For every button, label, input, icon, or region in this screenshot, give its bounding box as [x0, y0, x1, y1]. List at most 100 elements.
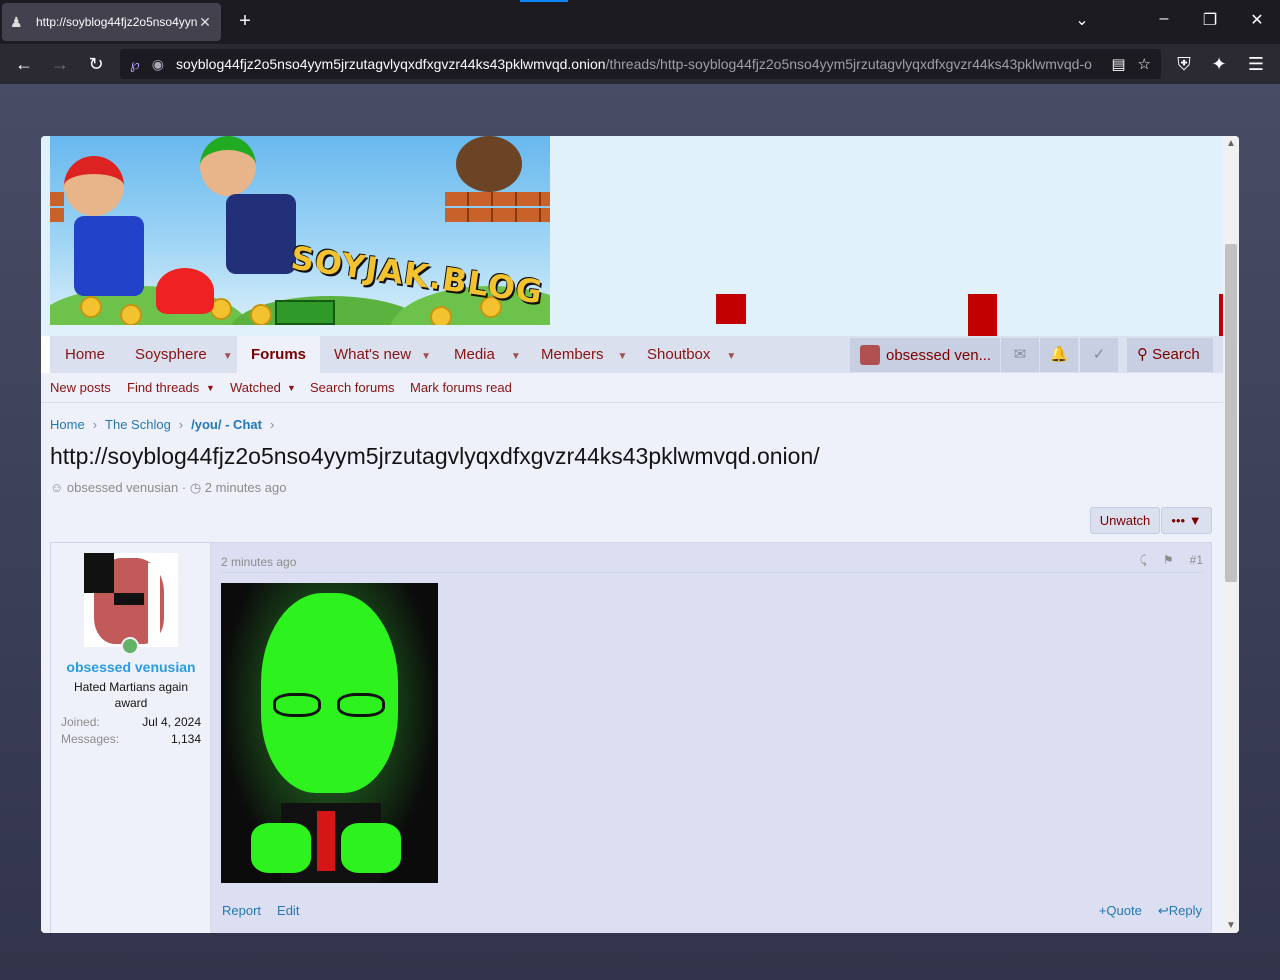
bolt-icon[interactable]: ✓ [1080, 338, 1118, 372]
browser-tab[interactable]: ♟ http://soyblog44fjz2o5nso4yyn ✕ [2, 3, 221, 41]
clock-icon: ◷ [189, 480, 202, 495]
chevron-down-icon[interactable]: ▼ [223, 338, 233, 375]
post-user-column: obsessed venusian Hated Martians again a… [51, 543, 211, 933]
subnav-find-threads[interactable]: Find threads [127, 380, 199, 395]
breadcrumb-home[interactable]: Home [50, 417, 85, 432]
chevron-down-icon[interactable]: ▼ [287, 383, 296, 393]
more-options-button[interactable]: ••• ▼ [1161, 507, 1212, 534]
user-title: Hated Martians again award [73, 680, 189, 710]
browser-tab-bar: ♟ http://soyblog44fjz2o5nso4yyn ✕ + ⌄ – … [0, 0, 1280, 44]
close-window-icon[interactable]: ✕ [1245, 10, 1269, 30]
search-button[interactable]: ⚲ Search [1127, 338, 1213, 372]
address-bar[interactable]: ℘ ◉ soyblog44fjz2o5nso4yym5jrzutagvlyqxd… [120, 49, 1161, 79]
nav-soysphere[interactable]: Soysphere ▼ [135, 336, 233, 373]
menu-icon[interactable]: ☰ [1245, 53, 1267, 75]
report-link[interactable]: Report [222, 903, 261, 918]
chevron-down-icon: ▼ [1188, 513, 1202, 528]
user-messages: Messages: 1,134 [61, 732, 201, 746]
bookmark-star-icon[interactable]: ☆ [1138, 55, 1151, 73]
new-tab-button[interactable]: + [236, 11, 254, 31]
chevron-right-icon: › [92, 417, 98, 432]
chevron-down-icon[interactable]: ▼ [511, 338, 521, 375]
scroll-down-icon[interactable]: ▼ [1226, 920, 1236, 931]
nav-forums[interactable]: Forums [237, 336, 321, 373]
post-username[interactable]: obsessed venusian [51, 659, 211, 675]
close-tab-icon[interactable]: ✕ [197, 14, 213, 31]
page-title: http://soyblog44fjz2o5nso4yym5jrzutagvly… [50, 443, 820, 469]
decor-block [716, 294, 746, 324]
online-status-icon [121, 637, 139, 655]
extension-icon[interactable]: ℘ [130, 56, 140, 73]
sub-nav: New posts Find threads ▼ Watched ▼ Searc… [41, 373, 1223, 403]
subnav-search-forums[interactable]: Search forums [310, 380, 395, 395]
list-tabs-icon[interactable]: ⌄ [1070, 10, 1094, 30]
scrollbar-thumb[interactable] [1225, 244, 1237, 582]
unwatch-button[interactable]: Unwatch [1090, 507, 1160, 534]
avatar [860, 345, 880, 365]
search-label: Search [1152, 346, 1200, 363]
thread-author[interactable]: obsessed venusian [67, 480, 178, 495]
browser-nav-bar: ← → ↻ ℘ ◉ soyblog44fjz2o5nso4yym5jrzutag… [0, 44, 1280, 84]
forward-icon[interactable]: → [49, 53, 71, 75]
restore-icon[interactable]: ❐ [1198, 10, 1222, 30]
chevron-down-icon[interactable]: ▼ [421, 338, 431, 375]
reply-icon: ↩ [1157, 903, 1169, 918]
subnav-watched[interactable]: Watched [230, 380, 281, 395]
chevron-down-icon[interactable]: ▼ [618, 338, 628, 375]
avatar[interactable] [84, 553, 178, 647]
customize-icon[interactable]: ✦ [1208, 53, 1230, 75]
inbox-icon[interactable]: ✉ [1001, 338, 1039, 372]
chevron-right-icon: › [269, 417, 275, 432]
bell-icon[interactable]: 🔔 [1040, 338, 1078, 372]
post-number[interactable]: #1 [1190, 553, 1203, 568]
post-image[interactable] [221, 583, 438, 883]
user-joined: Joined: Jul 4, 2024 [61, 715, 201, 729]
reload-icon[interactable]: ↻ [85, 53, 107, 75]
scroll-up-icon[interactable]: ▲ [1226, 138, 1236, 149]
search-icon: ⚲ [1137, 346, 1148, 363]
chevron-right-icon: › [178, 417, 184, 432]
onion-icon[interactable]: ◉ [152, 56, 164, 73]
site-logo[interactable]: SOYJAK.BLOG [50, 136, 550, 325]
nav-home[interactable]: Home [65, 336, 105, 373]
share-icon[interactable]: ⤹ [1140, 553, 1147, 568]
url-path: /threads/http-soyblog44fjz2o5nso4yym5jrz… [605, 56, 1092, 72]
tab-indicator [520, 0, 568, 2]
minimize-icon[interactable]: – [1152, 10, 1176, 28]
post-actions-right: +Quote ↩Reply [1099, 903, 1202, 919]
tab-favicon-icon: ♟ [10, 14, 23, 30]
shield-icon[interactable]: ⛨ [1173, 53, 1195, 75]
thread-time[interactable]: 2 minutes ago [205, 480, 287, 495]
nav-whats-new[interactable]: What's new ▼ [334, 336, 431, 373]
nav-shoutbox[interactable]: Shoutbox ▼ [647, 336, 736, 373]
account-username: obsessed ven... [886, 346, 992, 364]
post: obsessed venusian Hated Martians again a… [50, 542, 1212, 933]
breadcrumb-you-chat[interactable]: /you/ - Chat [191, 417, 262, 432]
post-controls: ⤹ ⚑ #1 [1140, 553, 1203, 568]
nav-media[interactable]: Media ▼ [454, 336, 521, 373]
reply-button[interactable]: ↩Reply [1158, 903, 1202, 919]
subnav-new-posts[interactable]: New posts [50, 380, 111, 395]
main-nav: Home Soysphere ▼ Forums What's new ▼ Media… [50, 336, 1223, 373]
subnav-mark-read[interactable]: Mark forums read [410, 380, 512, 395]
account-menu[interactable]: obsessed ven... [850, 338, 1000, 372]
chevron-down-icon[interactable]: ▼ [206, 383, 215, 393]
quote-button[interactable]: +Quote [1099, 903, 1142, 919]
breadcrumb: Home › The Schlog › /you/ - Chat › [50, 417, 274, 432]
post-message: 2 minutes ago ⤹ ⚑ #1 Report Edit +Quote … [212, 543, 1212, 933]
thread-meta: ☺ obsessed venusian · ◷ 2 minutes ago [50, 480, 287, 495]
url-host: soyblog44fjz2o5nso4yym5jrzutagvlyqxdfxgv… [175, 56, 606, 72]
edit-link[interactable]: Edit [277, 903, 299, 918]
reader-view-icon[interactable]: ▤ [1111, 55, 1125, 73]
page-scrollbar[interactable]: ▲ ▼ [1223, 136, 1239, 933]
tab-title: http://soyblog44fjz2o5nso4yyn [36, 15, 197, 29]
user-icon: ☺ [50, 480, 64, 495]
post-date[interactable]: 2 minutes ago [221, 555, 296, 569]
chevron-down-icon[interactable]: ▼ [726, 338, 736, 375]
bookmark-icon[interactable]: ⚑ [1163, 553, 1174, 568]
page-content: Home › The Schlog › /you/ - Chat › http:… [41, 403, 1223, 933]
site-banner: SOYJAK.BLOG [41, 136, 1223, 336]
back-icon[interactable]: ← [13, 53, 35, 75]
nav-members[interactable]: Members ▼ [541, 336, 627, 373]
breadcrumb-schlog[interactable]: The Schlog [105, 417, 171, 432]
